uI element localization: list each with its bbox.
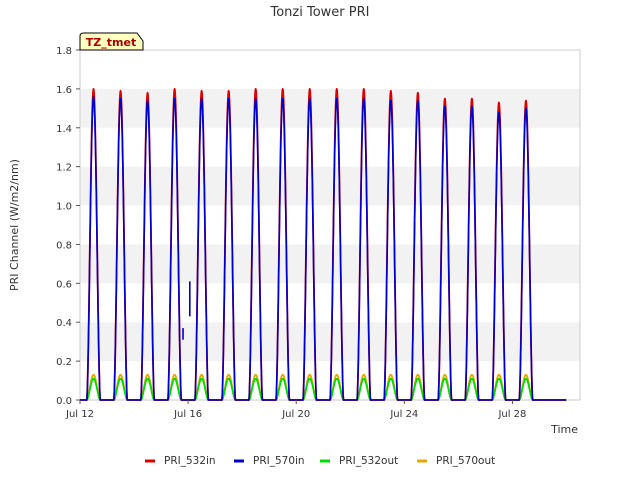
y-tick-label: 0.0 — [56, 396, 72, 407]
annotation-text: TZ_tmet — [86, 36, 136, 49]
y-tick-label: 1.2 — [56, 163, 72, 174]
plot-band — [80, 50, 580, 89]
pri-chart: 0.00.20.40.60.81.01.21.41.61.8 Jul 12 Jul… — [8, 5, 581, 467]
y-axis-label: PRI Channel (W/m2/nm) — [8, 159, 21, 291]
x-tick-label: Jul 20 — [281, 409, 310, 420]
annotation-badge: TZ_tmet — [79, 32, 144, 51]
plot-band — [80, 88, 580, 128]
y-tick-label: 0.4 — [56, 318, 72, 329]
y-tick-label: 0.6 — [56, 279, 72, 290]
legend: PRI_532in PRI_570in PRI_532out PRI_570out — [145, 455, 495, 467]
y-tick-label: 0.8 — [56, 240, 72, 251]
plot-band — [80, 283, 580, 323]
plot-band — [80, 244, 580, 284]
legend-item: PRI_570in — [234, 455, 305, 467]
legend-label: PRI_570out — [436, 455, 495, 467]
x-tick-label: Jul 28 — [497, 409, 526, 420]
x-tick-label: Jul 12 — [65, 409, 94, 420]
y-tick-label: 1.0 — [56, 202, 72, 213]
x-axis-ticks: Jul 12 Jul 16 Jul 20 Jul 24 Jul 28 — [65, 400, 526, 420]
legend-item: PRI_532in — [145, 455, 216, 467]
y-tick-label: 0.2 — [56, 357, 72, 368]
legend-label: PRI_532in — [164, 455, 216, 467]
y-tick-label: 1.4 — [56, 124, 72, 135]
legend-label: PRI_570in — [253, 455, 305, 467]
y-tick-label: 1.6 — [56, 85, 72, 96]
plot-background-bands — [80, 50, 580, 400]
legend-item: PRI_532out — [320, 455, 398, 467]
plot-band — [80, 205, 580, 245]
x-tick-label: Jul 16 — [173, 409, 202, 420]
y-axis-ticks: 0.0 0.2 0.4 0.6 0.8 1.0 1.2 1.4 1.6 1.8 — [56, 46, 80, 407]
x-tick-label: Jul 24 — [389, 409, 418, 420]
legend-label: PRI_532out — [339, 455, 398, 467]
chart-title: Tonzi Tower PRI — [270, 5, 370, 20]
x-axis-label: Time — [550, 423, 578, 436]
y-tick-label: 1.8 — [56, 46, 72, 57]
plot-band — [80, 166, 580, 206]
legend-item: PRI_570out — [417, 455, 495, 467]
plot-band — [80, 127, 580, 167]
